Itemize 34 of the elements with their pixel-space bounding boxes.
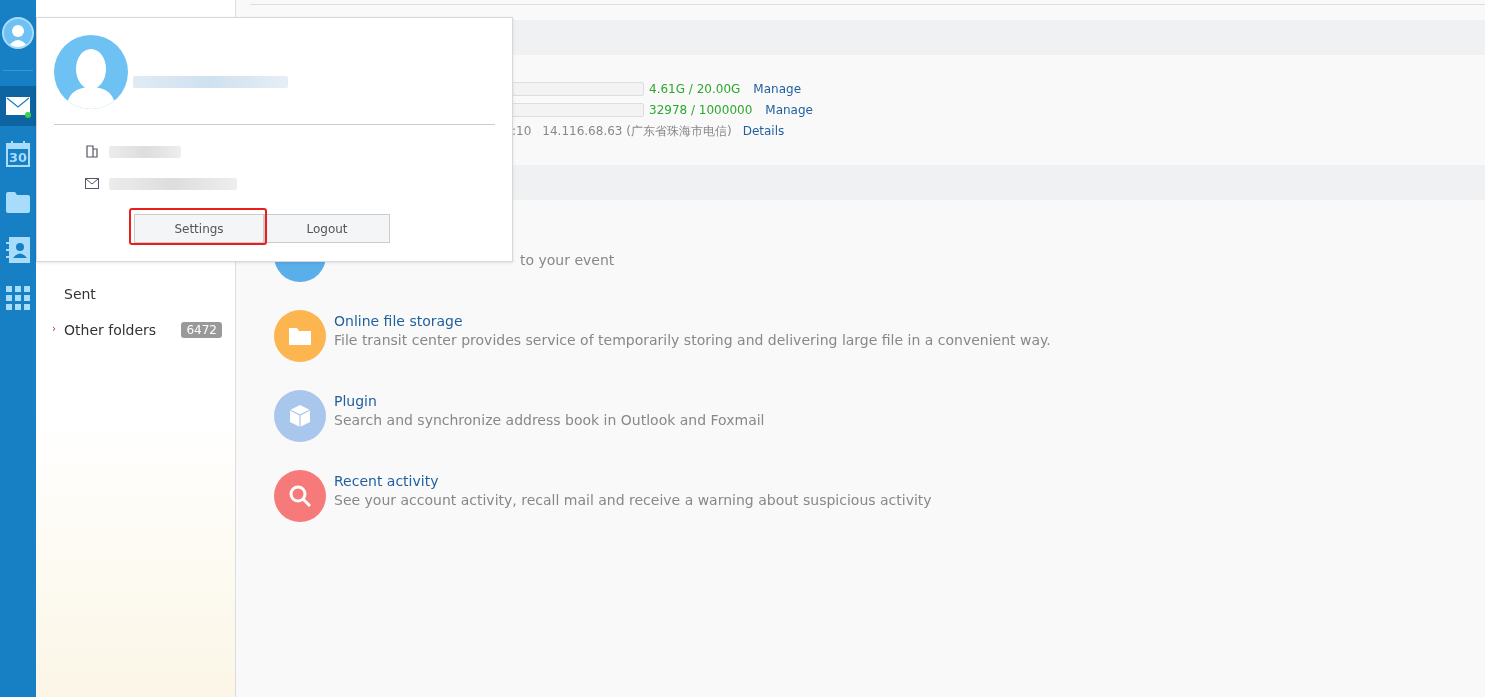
person-icon [8,23,28,47]
login-ip: 14.116.68.63 (广东省珠海市电信) [542,122,732,140]
mail-icon [85,178,99,189]
folder-item[interactable]: Sent [36,276,235,312]
count-badge: 6472 [181,322,222,338]
folder-icon [6,191,30,213]
feature-title[interactable]: Plugin [334,392,765,410]
feature-description: Search and synchronize address book in Outlook and Foxmail [334,411,765,430]
building-icon [86,145,98,158]
feature-title[interactable]: Online file storage [334,312,1051,330]
search-icon[interactable] [274,470,326,522]
folder-item[interactable]: › Other folders 6472 [36,312,235,348]
usage-text: 32978 / 1000000 [649,103,753,117]
redacted-text [109,146,181,158]
settings-button[interactable]: Settings [134,214,264,243]
apps-icon [6,286,30,310]
nav-item[interactable] [0,86,36,126]
feature-description: See your account activity, recall mail and receive a warning about suspicious activity [334,491,932,510]
calendar-icon: 30 [6,141,30,167]
expand-arrow[interactable]: › [52,323,56,334]
logout-button[interactable]: Logout [264,214,390,243]
link[interactable]: Manage [753,82,801,96]
feature-title[interactable]: Recent activity [334,472,932,490]
folder-icon[interactable] [274,310,326,362]
feature-description: File transit center provides service of temporarily storing and delivering large file in a convenient way. [334,331,1051,350]
usage-text: 4.61G / 20.00G [649,82,741,96]
login-time: :10 [512,124,532,138]
link[interactable]: Manage [765,103,813,117]
cube-icon[interactable] [274,390,326,442]
contacts-icon [6,237,30,263]
avatar-button[interactable] [2,17,34,49]
mail-icon [6,97,30,115]
link[interactable]: Details [742,124,785,138]
feature-description: to your event [520,251,615,270]
